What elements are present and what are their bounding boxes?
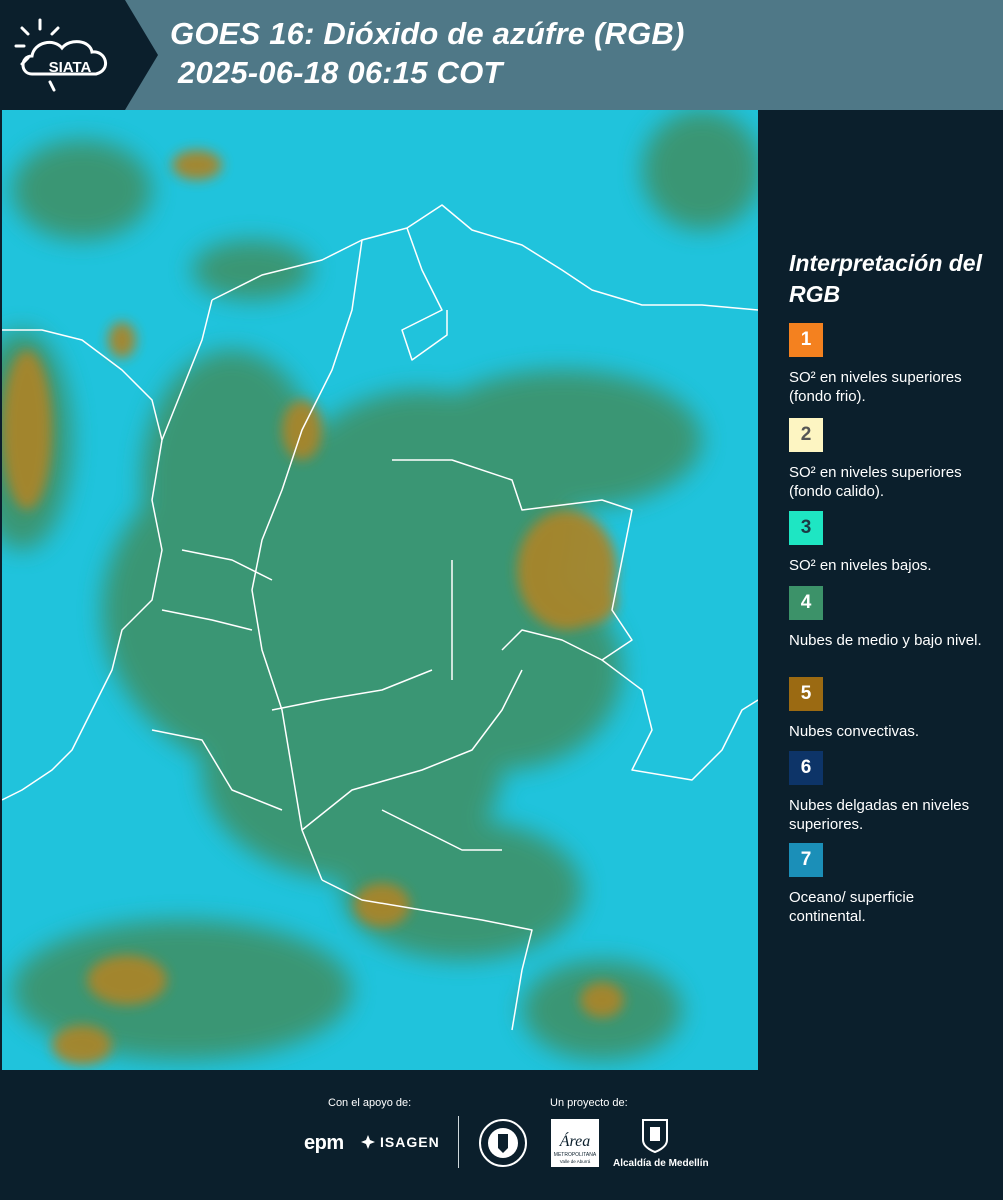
area-logo-subtitle-2: Valle de Aburrá [560, 1159, 591, 1164]
legend-item-3: 3 SO² en niveles bajos. [789, 511, 994, 596]
legend-number-1: 1 [800, 329, 812, 350]
footer-divider [458, 1116, 459, 1168]
legend-desc-1: SO² en niveles superiores (fondo frio). [789, 369, 962, 405]
legend-item-7: 7 Oceano/ superficie continental. [789, 843, 994, 928]
legend-desc-2: SO² en niveles superiores (fondo calido)… [789, 464, 962, 500]
footer-sponsors: Con el apoyo de: Un proyecto de: epm ISA… [0, 1070, 1003, 1200]
legend-number-7: 7 [800, 849, 812, 870]
legend-number-4: 4 [800, 592, 812, 613]
legend-desc-6: Nubes delgadas en niveles superiores. [789, 797, 970, 833]
legend-item-6: 6 Nubes delgadas en niveles superiores. [789, 751, 994, 836]
legend-number-2: 2 [800, 424, 812, 445]
legend-desc-4: Nubes de medio y bajo nivel. [789, 632, 982, 649]
legend-swatch-6: 6 [789, 751, 823, 785]
legend-panel: Interpretación del RGB 1 SO² en niveles … [762, 110, 1003, 1070]
isagen-logo-text: ISAGEN [380, 1134, 440, 1150]
legend-item-5: 5 Nubes convectivas. [789, 677, 994, 762]
legend-swatch-4: 4 [789, 586, 823, 620]
legend-swatch-3: 3 [789, 511, 823, 545]
medellin-seal-logo [479, 1119, 527, 1167]
legend-swatch-2: 2 [789, 418, 823, 452]
area-metropolitana-logo: Área METROPOLITANA Valle de Aburrá [551, 1119, 599, 1167]
area-logo-subtitle: METROPOLITANA [554, 1152, 597, 1158]
page-timestamp: 2025-06-18 06:15 COT [178, 55, 503, 90]
legend-desc-7: Oceano/ superficie continental. [789, 889, 915, 925]
legend-swatch-1: 1 [789, 323, 823, 357]
legend-number-3: 3 [800, 517, 812, 538]
satellite-image [2, 110, 758, 1070]
isagen-logo: ISAGEN [360, 1134, 440, 1150]
area-logo-name: Área [559, 1131, 591, 1150]
legend-item-2: 2 SO² en niveles superiores (fondo calid… [789, 418, 994, 503]
legend-item-4: 4 Nubes de medio y bajo nivel. [789, 586, 994, 671]
epm-logo: epm [304, 1132, 344, 1154]
legend-title: Interpretación del RGB [789, 250, 982, 307]
page-title: GOES 16: Dióxido de azúfre (RGB) [170, 16, 685, 51]
siata-logo-text: SIATA [49, 59, 92, 76]
alcaldia-label: Alcaldía de Medellín [613, 1158, 709, 1169]
isagen-symbol-icon [361, 1135, 375, 1149]
support-label: Con el apoyo de: [328, 1097, 412, 1109]
legend-swatch-5: 5 [789, 677, 823, 711]
legend-number-6: 6 [800, 757, 812, 778]
legend-number-5: 5 [800, 683, 812, 704]
header-bar: SIATA GOES 16: Dióxido de azúfre (RGB) 2… [0, 0, 1003, 110]
project-label: Un proyecto de: [550, 1097, 628, 1109]
alcaldia-shield-icon [642, 1119, 668, 1154]
satellite-map[interactable] [2, 110, 758, 1070]
siata-logo: SIATA [14, 18, 107, 92]
legend-item-1: 1 SO² en niveles superiores (fondo frio)… [789, 323, 994, 408]
legend-swatch-7: 7 [789, 843, 823, 877]
